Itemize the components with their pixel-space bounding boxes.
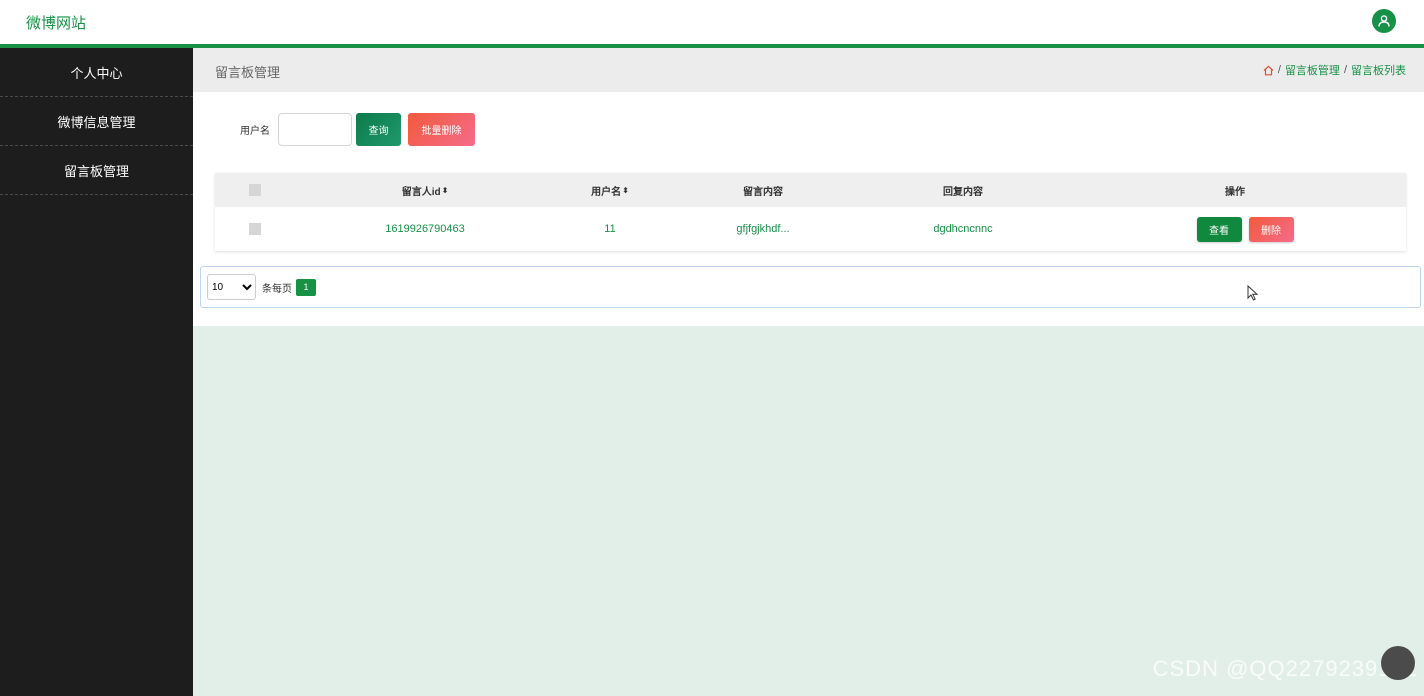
mouse-cursor-icon bbox=[1247, 285, 1259, 301]
floating-action-button[interactable] bbox=[1381, 646, 1415, 680]
breadcrumb-level1[interactable]: 留言板管理 bbox=[1285, 62, 1340, 78]
cell-sender-id: 1619926790463 bbox=[385, 223, 465, 235]
sidebar-item-profile[interactable]: 个人中心 bbox=[0, 48, 193, 97]
cell-content: gfjfgjkhdf... bbox=[736, 223, 790, 235]
table-header: 留言人id ⬍ 用户名 ⬍ 留言内容 回复内容 操作 bbox=[215, 173, 1406, 207]
sidebar-item-messageboard[interactable]: 留言板管理 bbox=[0, 146, 193, 195]
username-label: 用户名 bbox=[240, 126, 270, 137]
select-all-checkbox[interactable] bbox=[249, 184, 261, 196]
table-row: 1619926790463 11 gfjfgjkhdf... dgdhcncnn… bbox=[215, 207, 1406, 251]
sidebar: 个人中心 微博信息管理 留言板管理 bbox=[0, 48, 193, 696]
site-brand[interactable]: 微博网站 bbox=[26, 12, 86, 33]
row-checkbox-cell bbox=[215, 207, 295, 251]
cell-actions: 查看 删除 bbox=[1175, 207, 1315, 251]
batch-delete-button[interactable]: 批量删除 bbox=[408, 113, 475, 146]
search-bar: 用户名 查询 批量删除 bbox=[240, 113, 475, 146]
page-number-current[interactable]: 1 bbox=[296, 278, 316, 296]
home-icon[interactable] bbox=[1263, 64, 1274, 76]
page-title: 留言板管理 bbox=[215, 65, 281, 80]
header-sender-id[interactable]: 留言人id ⬍ bbox=[325, 173, 525, 207]
header-username[interactable]: 用户名 ⬍ bbox=[560, 173, 660, 207]
delete-button[interactable]: 删除 bbox=[1248, 216, 1294, 242]
main-area: 留言板管理 / 留言板管理 / 留言板列表 用户名 查询 批量删除 留言人id … bbox=[193, 48, 1424, 696]
pagination: 10 条每页 1 bbox=[200, 266, 1421, 308]
per-page-label: 条每页 bbox=[262, 283, 292, 295]
breadcrumb-separator: / bbox=[1277, 64, 1281, 76]
page-size-select[interactable]: 10 bbox=[207, 274, 256, 300]
query-button[interactable]: 查询 bbox=[356, 113, 401, 146]
breadcrumb: / 留言板管理 / 留言板列表 bbox=[1263, 62, 1406, 78]
user-icon bbox=[1378, 15, 1390, 27]
breadcrumb-separator: / bbox=[1343, 64, 1347, 76]
header-actions: 操作 bbox=[1225, 186, 1245, 198]
header-reply: 回复内容 bbox=[943, 186, 983, 198]
header-content: 留言内容 bbox=[743, 186, 783, 198]
sort-icon: ⬍ bbox=[441, 185, 449, 195]
title-bar: 留言板管理 / 留言板管理 / 留言板列表 bbox=[193, 48, 1424, 92]
row-checkbox[interactable] bbox=[249, 223, 261, 235]
sidebar-item-weibo[interactable]: 微博信息管理 bbox=[0, 97, 193, 146]
message-table: 留言人id ⬍ 用户名 ⬍ 留言内容 回复内容 操作 1619926790463 1… bbox=[215, 173, 1406, 251]
top-header: 微博网站 bbox=[0, 0, 1424, 44]
watermark: CSDN @QQ2279239102 bbox=[1152, 656, 1418, 681]
header-checkbox-cell bbox=[215, 173, 295, 207]
user-avatar[interactable] bbox=[1372, 9, 1396, 33]
cell-reply: dgdhcncnnc bbox=[933, 223, 993, 235]
cell-username: 11 bbox=[604, 223, 616, 235]
sort-icon: ⬍ bbox=[622, 185, 629, 195]
breadcrumb-level2: 留言板列表 bbox=[1351, 65, 1406, 77]
view-button[interactable]: 查看 bbox=[1196, 216, 1242, 242]
username-search-input[interactable] bbox=[278, 113, 352, 146]
content-panel: 留言板管理 / 留言板管理 / 留言板列表 用户名 查询 批量删除 留言人id … bbox=[193, 48, 1424, 326]
